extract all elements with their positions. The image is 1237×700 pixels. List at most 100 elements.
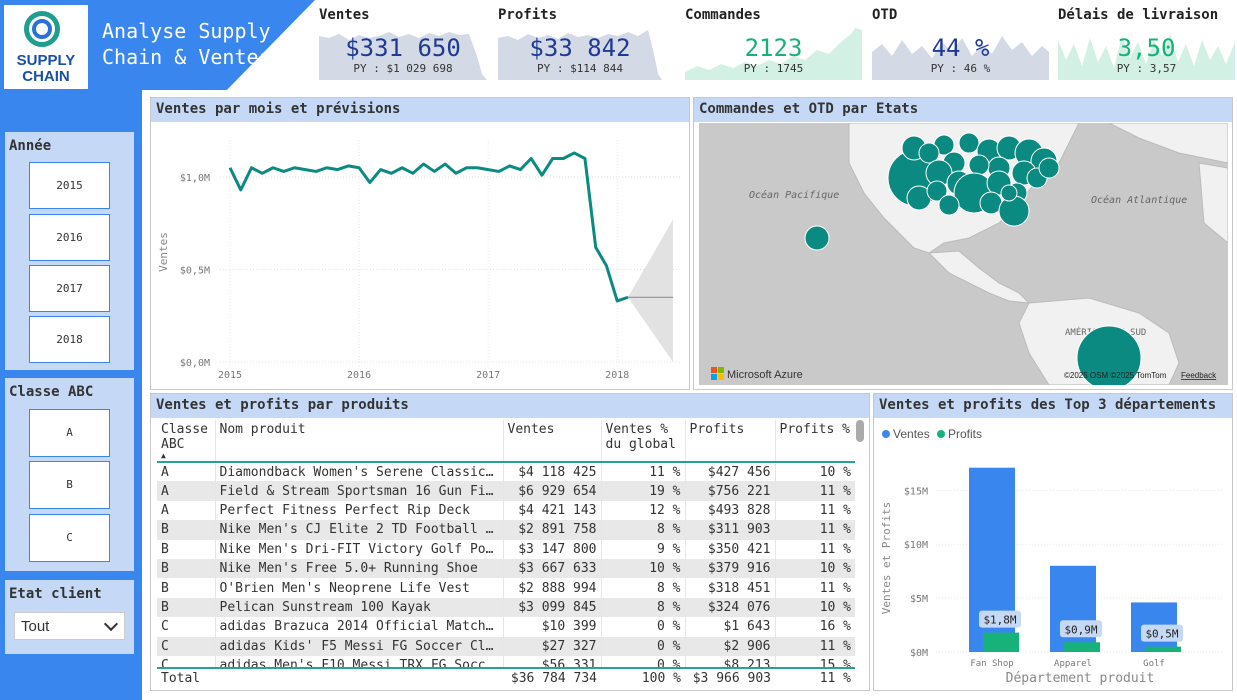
table-cell: $3 667 633 (503, 558, 602, 579)
data-label: $1,8M (983, 614, 1016, 627)
table-cell: 10 % (819, 599, 851, 615)
year-option-2016[interactable]: 2016 (29, 214, 110, 261)
year-option-2018[interactable]: 2018 (29, 316, 110, 363)
table-cell: $1 643 (685, 617, 776, 637)
bubble-map[interactable]: Océan Pacifique Océan Atlantique AMÉRIQU… (699, 123, 1228, 385)
table-cell: Nike Men's Free 5.0+ Running Shoe (215, 558, 504, 579)
table-cell: 9 % (601, 539, 686, 559)
x-tick-label: 2015 (218, 370, 242, 381)
kpi-py: PY : $114 844 (536, 62, 624, 75)
table-row[interactable]: B Pelican Sunstream 100 Kayak $3 099 845 8 … (157, 597, 855, 618)
col-header-profits-pct[interactable]: Profits % (775, 420, 855, 462)
y-tick-label: $1,0M (180, 173, 210, 184)
abc-option-b[interactable]: B (29, 461, 110, 509)
kpi-py: PY : $1 029 698 (353, 62, 453, 75)
map-feedback-link[interactable]: Feedback (1181, 371, 1217, 380)
table-cell: 19 % (601, 481, 686, 501)
table-row[interactable]: B Nike Men's Dri-FIT Victory Golf Po… $3 1… (157, 539, 855, 559)
slicer-title: Etat client (9, 586, 102, 602)
table-cell: 11 % (819, 522, 851, 538)
table-cell: $318 451 (685, 578, 776, 598)
line-chart[interactable]: $0,0M $0,5M $1,0M 2015 2016 2017 2018 Ventes (151, 122, 689, 389)
y-tick-label: $0,0M (180, 358, 210, 369)
legend-label: Profits (948, 427, 982, 441)
total-ventes-pct: 100 % (641, 671, 681, 686)
col-header-profits[interactable]: Profits (685, 420, 776, 462)
page-title: Analyse Supply Chain & Ventes (102, 19, 271, 69)
legend-dot-icon (882, 430, 890, 438)
col-header-ventes[interactable]: Ventes (503, 420, 602, 462)
table-cell: $324 076 (685, 597, 776, 618)
bar-chart[interactable]: Ventes Profits $0M $5M $10M $15M Ventes et Pro… (874, 418, 1232, 690)
total-profits: $3 966 903 (692, 671, 771, 686)
map-label-pacific: Océan Pacifique (749, 189, 839, 201)
table-row[interactable]: A Diamondback Women's Serene Classic… $4 1… (157, 462, 855, 482)
table-row[interactable]: Cadidas Brazuca 2014 Official Match… $10 … (157, 617, 855, 637)
legend-label: Ventes (893, 427, 930, 441)
x-tick-label: Fan Shop (970, 659, 1013, 669)
year-option-2015[interactable]: 2015 (29, 162, 110, 209)
x-tick-label: Golf (1143, 659, 1165, 669)
table-cell: Pelican Sunstream 100 Kayak (215, 597, 504, 618)
kpi-value: 3,50 (1117, 34, 1176, 62)
table-row[interactable]: B O'Brien Men's Neoprene Life Vest $2 888 … (157, 578, 855, 598)
table-cell: 0 % (601, 636, 686, 656)
col-header-classe[interactable]: Classe ABC ▲ (157, 420, 216, 462)
table-total-row: Total $36 784 734 100 % $3 966 903 11 % (157, 667, 855, 689)
kpi-value: 44 % (931, 34, 990, 62)
table-cell: $3 099 845 (503, 597, 602, 618)
table-row[interactable]: Cadidas Kids' F5 Messi FG Soccer Cl… $27 … (157, 636, 855, 656)
table-cell: Nike Men's CJ Elite 2 TD Football … (215, 520, 504, 540)
kpi-delais[interactable]: Délais de livraison 3,50 PY : 3,57 (1058, 0, 1235, 80)
table-cell: $311 903 (685, 520, 776, 540)
table-cell: B (157, 539, 216, 559)
x-axis-label: Département produit (1006, 671, 1155, 686)
y-axis-label: Ventes (157, 232, 170, 272)
table-cell: 11 % (819, 541, 851, 557)
table-cell: 10 % (819, 561, 851, 577)
col-header-nom[interactable]: Nom produit (215, 420, 504, 462)
forecast-band (627, 219, 673, 362)
table-cell: 8 % (601, 597, 686, 618)
table-cell: $379 916 (685, 558, 776, 579)
kpi-value: $33 842 (529, 34, 631, 62)
abc-option-a[interactable]: A (29, 409, 110, 457)
line-chart-panel: Ventes par mois et prévisions $0,0M $0,5M… (150, 97, 690, 390)
table-row[interactable]: A Field & Stream Sportsman 16 Gun Fi… $6 9… (157, 481, 855, 501)
table-cell: Nike Men's Dri-FIT Victory Golf Po… (215, 539, 504, 559)
y-tick-label: $10M (904, 540, 928, 551)
table-row[interactable]: B Nike Men's CJ Elite 2 TD Football … $2 8… (157, 520, 855, 540)
table-scrollbar[interactable] (856, 420, 864, 442)
table-cell: $3 147 800 (503, 539, 602, 559)
abc-option-c[interactable]: C (29, 514, 110, 562)
dropdown-value: Tout (21, 618, 50, 635)
kpi-value: 2123 (744, 34, 803, 62)
panel-title: Ventes et profits par produits (151, 394, 869, 418)
state-dropdown[interactable]: Tout (14, 612, 125, 640)
table-cell: A (157, 500, 216, 521)
total-label: Total (161, 671, 201, 686)
kpi-profits[interactable]: Profits $33 842 PY : $114 844 (498, 0, 662, 80)
col-header-ventes-pct[interactable]: Ventes % du global (601, 420, 686, 462)
kpi-otd[interactable]: OTD 44 % PY : 46 % (872, 0, 1049, 80)
table-cell: Field & Stream Sportsman 16 Gun Fi… (215, 481, 504, 501)
table-header-row: Classe ABC ▲ Nom produit Ventes Ventes % … (157, 420, 855, 462)
panel-title: Commandes et OTD par Etats (694, 98, 1232, 122)
table-cell: B (157, 597, 216, 618)
table-cell: $427 456 (685, 462, 776, 482)
sales-line (228, 151, 629, 303)
kpi-commandes[interactable]: Commandes 2123 PY : 1745 (685, 0, 862, 80)
table-row[interactable]: A Perfect Fitness Perfect Rip Deck $4 421 … (157, 500, 855, 521)
table-cell: B (157, 578, 216, 598)
panel-title: Ventes et profits des Top 3 départements (874, 394, 1232, 418)
bar-profits (1145, 646, 1181, 652)
table-cell: Perfect Fitness Perfect Rip Deck (215, 500, 504, 521)
bar-ventes (1050, 565, 1096, 652)
year-option-2017[interactable]: 2017 (29, 265, 110, 312)
panel-title: Ventes par mois et prévisions (151, 98, 689, 122)
table-row[interactable]: B Nike Men's Free 5.0+ Running Shoe $3 667… (157, 558, 855, 579)
table-cell: $6 929 654 (503, 481, 602, 501)
data-label: $0,5M (1145, 628, 1178, 641)
table-cell: 11 % (819, 638, 851, 654)
kpi-ventes[interactable]: Ventes $331 650 PY : $1 029 698 (319, 0, 487, 80)
